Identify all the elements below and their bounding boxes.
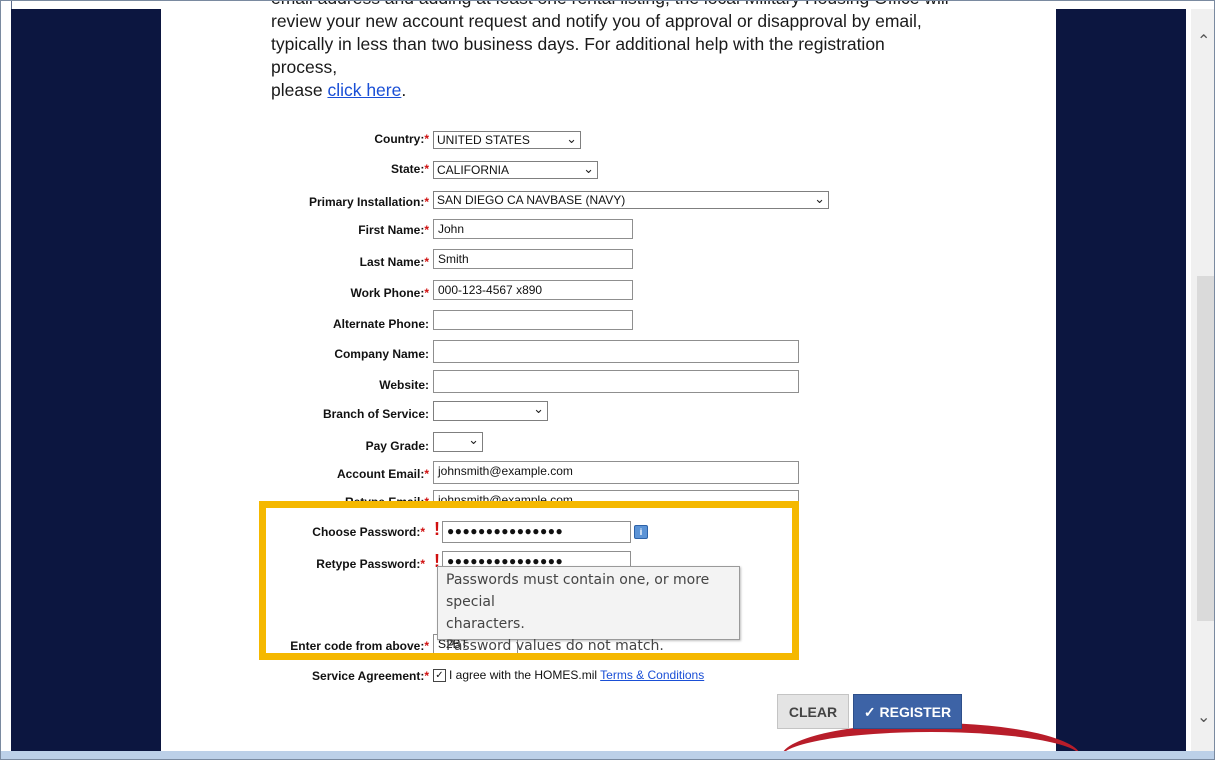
required-marker: * bbox=[424, 223, 429, 237]
agreement-checkbox[interactable]: ✓ bbox=[433, 669, 446, 683]
state-value: CALIFORNIA bbox=[437, 163, 510, 177]
register-button[interactable]: ✓ REGISTER bbox=[853, 694, 962, 729]
last-name-input[interactable]: Smith bbox=[433, 249, 633, 269]
help-link[interactable]: click here bbox=[327, 80, 401, 100]
agreement-text: I agree with the HOMES.mil bbox=[449, 668, 601, 682]
company-name-label: Company Name: bbox=[334, 347, 429, 361]
account-email-label: Account Email:* bbox=[163, 467, 429, 481]
first-name-input[interactable]: John bbox=[433, 219, 633, 239]
work-phone-label-text: Work Phone: bbox=[350, 286, 425, 300]
intro-cut-line: email address and adding at least one re… bbox=[271, 1, 951, 10]
installation-value: SAN DIEGO CA NAVBASE (NAVY) bbox=[437, 193, 626, 207]
intro-line-3-end: . bbox=[401, 80, 407, 100]
last-name-label: Last Name:* bbox=[163, 255, 429, 269]
required-marker: * bbox=[424, 162, 429, 176]
last-name-label-text: Last Name: bbox=[359, 255, 425, 269]
intro-line-3: please click here. bbox=[271, 79, 951, 102]
browser-frame: email address and adding at least one re… bbox=[0, 0, 1215, 760]
country-label: Country:* bbox=[163, 132, 429, 146]
service-agreement-label: Service Agreement:* bbox=[163, 669, 429, 683]
country-label-text: Country: bbox=[374, 132, 425, 146]
country-value: UNITED STATES bbox=[437, 133, 530, 147]
intro-line-2: typically in less than two business days… bbox=[271, 34, 885, 77]
chevron-down-icon: ⌄ bbox=[566, 131, 577, 146]
chevron-down-icon: ⌄ bbox=[583, 161, 594, 176]
register-button-label: REGISTER bbox=[879, 704, 952, 720]
installation-select[interactable]: SAN DIEGO CA NAVBASE (NAVY) ⌄ bbox=[433, 191, 829, 209]
required-marker: * bbox=[424, 132, 429, 146]
scroll-down-icon[interactable]: ⌄ bbox=[1197, 707, 1210, 727]
required-marker: * bbox=[424, 669, 429, 683]
service-agreement-label-text: Service Agreement: bbox=[312, 669, 425, 683]
state-select[interactable]: CALIFORNIA ⌄ bbox=[433, 161, 598, 179]
highlight-box-border bbox=[259, 501, 799, 660]
installation-label: Primary Installation:* bbox=[163, 195, 429, 209]
branch-of-service-label: Branch of Service: bbox=[322, 407, 429, 421]
required-marker: * bbox=[424, 195, 429, 209]
required-marker: * bbox=[424, 286, 429, 300]
first-name-label-text: First Name: bbox=[358, 223, 425, 237]
clear-button[interactable]: CLEAR bbox=[777, 694, 849, 729]
alternate-phone-input[interactable] bbox=[433, 310, 633, 330]
website-input[interactable] bbox=[433, 370, 799, 393]
chevron-down-icon: ⌄ bbox=[814, 191, 825, 206]
company-name-input[interactable] bbox=[433, 340, 799, 363]
state-label: State:* bbox=[163, 162, 429, 176]
checkmark-icon: ✓ bbox=[863, 704, 876, 720]
website-label: Website: bbox=[379, 378, 429, 392]
intro-paragraph: review your new account request and noti… bbox=[271, 10, 951, 102]
terms-link[interactable]: Terms & Conditions bbox=[600, 668, 704, 682]
agreement-row: ✓ I agree with the HOMES.mil Terms & Cond… bbox=[433, 668, 704, 683]
pay-grade-select[interactable]: ⌄ bbox=[433, 432, 483, 452]
branch-of-service-select[interactable]: ⌄ bbox=[433, 401, 548, 421]
country-select[interactable]: UNITED STATES ⌄ bbox=[433, 131, 581, 149]
left-background-panel bbox=[11, 9, 161, 759]
chevron-down-icon: ⌄ bbox=[533, 401, 544, 416]
right-background-panel bbox=[1056, 9, 1186, 759]
account-email-label-text: Account Email: bbox=[336, 467, 425, 481]
scroll-up-icon[interactable]: ⌃ bbox=[1197, 31, 1210, 51]
bottom-strip bbox=[1, 751, 1214, 759]
state-label-text: State: bbox=[390, 162, 425, 176]
work-phone-label: Work Phone:* bbox=[163, 286, 429, 300]
installation-label-text: Primary Installation: bbox=[308, 195, 425, 209]
account-email-input[interactable]: johnsmith@example.com bbox=[433, 461, 799, 484]
intro-line-1: review your new account request and noti… bbox=[271, 11, 922, 31]
pay-grade-label: Pay Grade: bbox=[365, 439, 429, 453]
work-phone-input[interactable]: 000-123-4567 x890 bbox=[433, 280, 633, 300]
required-marker: * bbox=[424, 467, 429, 481]
first-name-label: First Name:* bbox=[163, 223, 429, 237]
required-marker: * bbox=[424, 255, 429, 269]
intro-line-3-text: please bbox=[271, 80, 328, 100]
scrollbar-thumb[interactable] bbox=[1197, 276, 1214, 621]
alternate-phone-label: Alternate Phone: bbox=[332, 317, 429, 331]
chevron-down-icon: ⌄ bbox=[468, 432, 479, 447]
